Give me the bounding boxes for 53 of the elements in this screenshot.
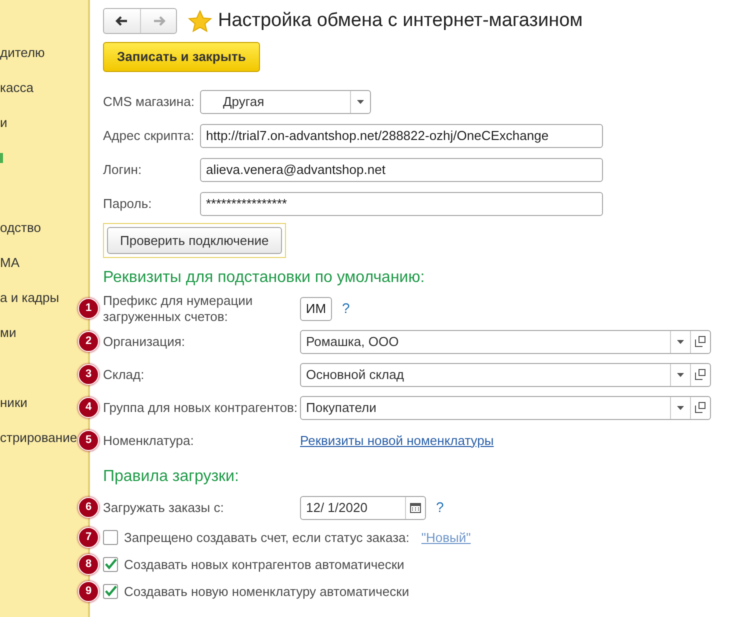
sidebar-item[interactable]: и <box>0 112 8 132</box>
checkbox-label: Запрещено создавать счет, если статус заказа: <box>124 528 410 547</box>
section-heading: Реквизиты для подстановки по умолчанию: <box>103 268 426 288</box>
save-and-close-button[interactable]: Записать и закрыть <box>103 42 260 72</box>
sidebar-item[interactable]: стрирование <box>0 428 78 448</box>
dropdown-icon[interactable] <box>677 372 684 376</box>
check-connection-button[interactable]: Проверить подключение <box>107 226 282 254</box>
star-icon[interactable] <box>188 10 212 33</box>
section-heading: Правила загрузки: <box>103 467 240 487</box>
sidebar-item[interactable]: МА <box>0 252 20 272</box>
link[interactable]: Реквизиты новой номенклатуры <box>300 430 494 450</box>
selection-mark <box>0 152 3 162</box>
open-icon[interactable] <box>695 336 706 347</box>
dropdown-icon[interactable] <box>357 100 364 104</box>
field-label: Пароль: <box>103 194 153 213</box>
input-field[interactable]: **************** <box>200 192 603 216</box>
sidebar-item[interactable]: а и кадры <box>0 288 60 308</box>
checkbox[interactable] <box>103 557 118 572</box>
sidebar-item[interactable]: одство <box>0 218 41 238</box>
sidebar-item[interactable]: ми <box>0 322 16 342</box>
field-label: Группа для новых контрагентов: <box>103 400 298 416</box>
help-link[interactable]: ? <box>436 497 444 518</box>
field-label: Загружать заказы с: <box>103 500 225 516</box>
cms-select[interactable]: Другая <box>200 90 371 114</box>
open-icon[interactable] <box>695 402 706 413</box>
input-field[interactable]: http://trial7.on-advantshop.net/288822-ozhj/OneCExchange <box>200 124 603 148</box>
field-label: Адрес скрипта: <box>103 126 196 145</box>
field-label: CMS магазина: <box>103 92 196 111</box>
sidebar-item[interactable]: дителю <box>0 42 45 62</box>
field-label: Префикс для нумерации загруженных счетов: <box>103 292 254 324</box>
open-icon[interactable] <box>695 369 706 380</box>
select-field[interactable]: Покупатели <box>300 396 711 420</box>
field-label: Номенклатура: <box>103 432 195 448</box>
dropdown-icon[interactable] <box>677 340 684 344</box>
checkbox[interactable] <box>103 530 118 545</box>
select-field[interactable]: Ромашка, ООО <box>300 330 711 354</box>
field-label: Организация: <box>103 334 186 350</box>
help-link[interactable]: ? <box>342 298 350 319</box>
input-field[interactable]: alieva.venera@advantshop.net <box>200 158 603 182</box>
checkbox-label: Создавать новую номенклатуру автоматически <box>124 582 410 601</box>
date-field[interactable]: 12/ 1/2020 <box>300 496 426 520</box>
calendar-icon[interactable] <box>410 502 421 513</box>
sidebar-item[interactable]: касса <box>0 78 34 98</box>
field-label: Логин: <box>103 160 143 179</box>
select-field[interactable]: Основной склад <box>300 362 711 386</box>
dropdown-icon[interactable] <box>677 406 684 410</box>
field-label: Склад: <box>103 366 146 382</box>
checkbox[interactable] <box>103 584 118 599</box>
left-arrow-icon <box>114 14 130 28</box>
input-field[interactable]: ИМ <box>300 296 332 320</box>
window-title: Настройка обмена с интернет-магазином <box>218 9 583 33</box>
checkbox-label: Создавать новых контрагентов автоматически <box>124 556 404 574</box>
sidebar-item[interactable]: ники <box>0 392 28 412</box>
